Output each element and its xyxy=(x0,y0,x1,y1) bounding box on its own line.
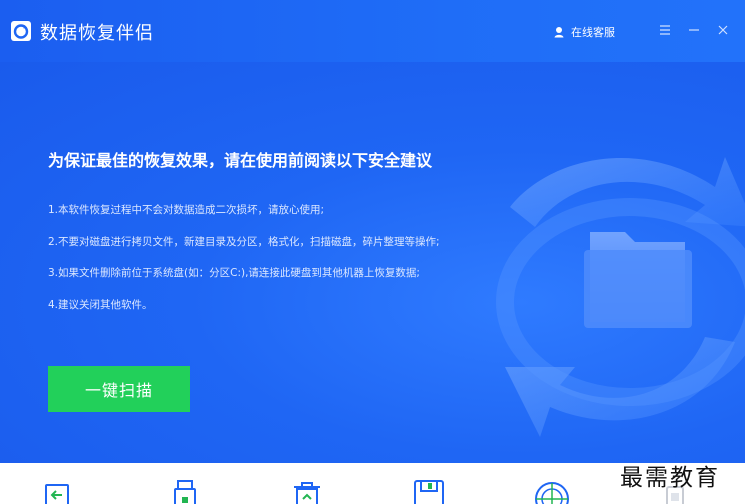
online-support-button[interactable]: 在线客服 xyxy=(553,24,615,40)
minimize-icon[interactable] xyxy=(686,22,702,38)
disk-partition-icon[interactable] xyxy=(410,477,450,504)
usb-drive-icon[interactable] xyxy=(166,477,206,504)
app-logo-icon xyxy=(10,20,32,42)
safety-headline: 为保证最佳的恢复效果，请在使用前阅读以下安全建议 xyxy=(48,151,433,170)
one-click-scan-button[interactable]: 一键扫描 xyxy=(48,366,190,412)
safety-tip: 3.如果文件删除前位于系统盘(如：分区C:),请连接此硬盘到其他机器上恢复数据; xyxy=(48,267,420,279)
watermark-text: 最需教育 xyxy=(620,465,720,491)
recycle-bin-icon[interactable] xyxy=(288,477,328,504)
close-icon[interactable] xyxy=(715,22,731,38)
support-agent-icon xyxy=(554,27,564,38)
safety-tip: 1.本软件恢复过程中不会对数据造成二次损坏，请放心使用; xyxy=(48,204,325,216)
app-title: 数据恢复伴侣 xyxy=(40,23,154,44)
menu-icon[interactable] xyxy=(657,22,673,38)
undelete-file-icon[interactable] xyxy=(42,477,82,504)
title-bar: 数据恢复伴侣 在线客服 xyxy=(0,0,745,62)
hero-panel: 为保证最佳的恢复效果，请在使用前阅读以下安全建议 1.本软件恢复过程中不会对数据… xyxy=(0,62,745,463)
online-support-label: 在线客服 xyxy=(571,26,615,39)
recovery-illustration-icon xyxy=(496,157,745,437)
deep-scan-icon[interactable] xyxy=(532,477,572,504)
safety-tip: 4.建议关闭其他软件。 xyxy=(48,299,153,311)
safety-tip: 2.不要对磁盘进行拷贝文件，新建目录及分区，格式化，扫描磁盘，碎片整理等操作; xyxy=(48,236,440,248)
